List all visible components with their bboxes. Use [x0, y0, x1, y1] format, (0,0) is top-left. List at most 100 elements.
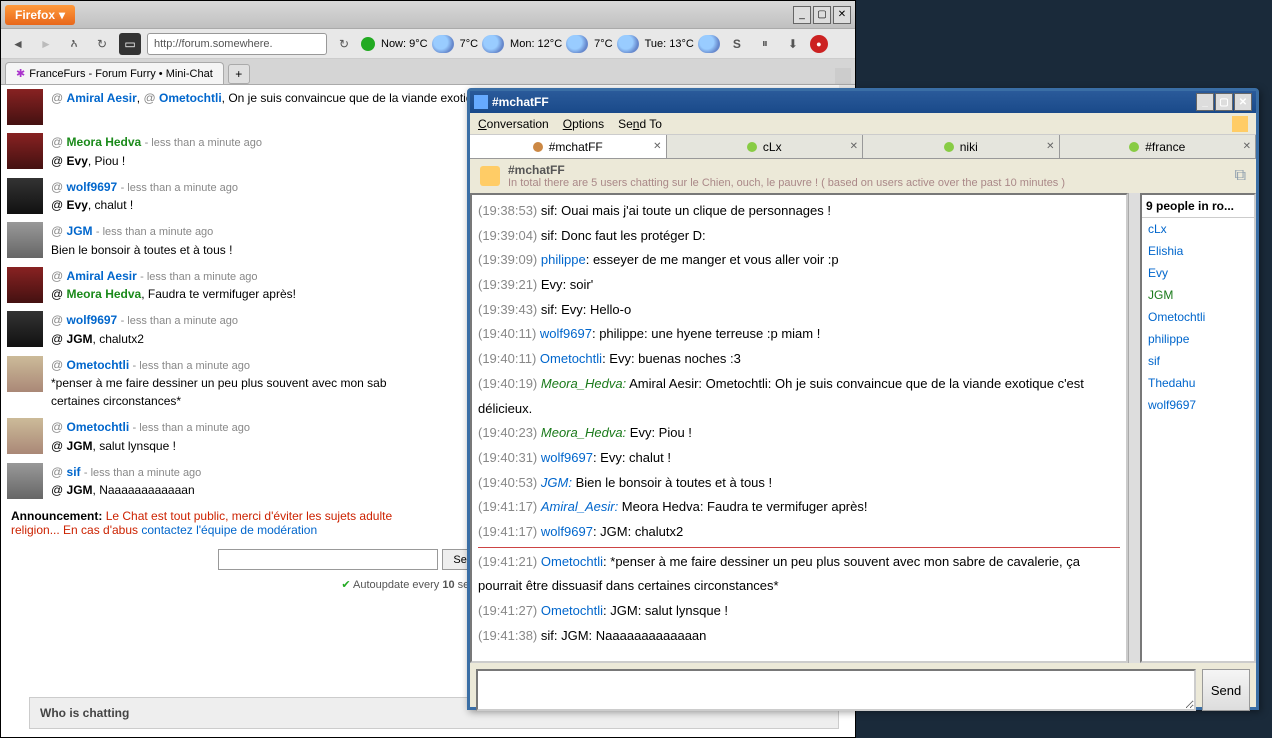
avatar — [7, 178, 43, 214]
avatar — [7, 222, 43, 258]
close-button[interactable]: ✕ — [833, 6, 851, 24]
weather-now: Now: 9°C — [381, 35, 454, 53]
cloud-icon — [482, 35, 504, 53]
rss-icon[interactable]: እ — [63, 33, 85, 55]
weather-1: 7°C — [460, 35, 504, 53]
who-chatting-text: In total there are 6 users chatting sur … — [1, 729, 855, 737]
irc-message-line: (19:40:31) wolf9697: Evy: chalut ! — [478, 446, 1120, 471]
weather-mon: Mon: 12°C — [510, 35, 588, 53]
irc-message-line: (19:39:21) Evy: soir' — [478, 273, 1120, 298]
status-dot-icon — [944, 142, 954, 152]
cloud-icon — [432, 35, 454, 53]
firefox-tab[interactable]: ✱FranceFurs - Forum Furry • Mini-Chat — [5, 62, 224, 84]
minimize-button[interactable]: _ — [793, 6, 811, 24]
irc-message-line: (19:40:11) Ometochtli: Evy: buenas noche… — [478, 347, 1120, 372]
tab-close-icon[interactable]: ✕ — [850, 141, 858, 152]
irc-tab[interactable]: #france✕ — [1060, 135, 1257, 158]
avatar — [7, 463, 43, 499]
tab-close-icon[interactable]: ✕ — [1243, 141, 1251, 152]
irc-menubar: Conversation Options Send To — [470, 113, 1256, 135]
irc-message-line: (19:40:53) JGM: Bien le bonsoir à toutes… — [478, 471, 1120, 496]
avatar — [7, 89, 43, 125]
new-tab-button[interactable]: + — [228, 64, 250, 84]
tab-close-icon[interactable]: ✕ — [653, 141, 661, 152]
expand-icon[interactable]: ⧉ — [1235, 167, 1246, 185]
irc-message-line: (19:41:38) sif: JGM: Naaaaaaaaaaaaan — [478, 624, 1120, 649]
url-bar[interactable]: http://forum.somewhere. — [147, 33, 327, 55]
maximize-button[interactable]: ▢ — [813, 6, 831, 24]
irc-user-item[interactable]: cLx — [1142, 218, 1254, 240]
forward-button: ► — [35, 33, 57, 55]
status-dot-icon — [1129, 142, 1139, 152]
irc-message-input[interactable] — [476, 669, 1196, 711]
refresh-icon[interactable]: ↻ — [91, 33, 113, 55]
reload-button[interactable]: ↻ — [333, 33, 355, 55]
status-dot-icon — [361, 37, 375, 51]
users-resize-handle[interactable] — [1128, 193, 1140, 663]
irc-tab[interactable]: cLx✕ — [667, 135, 864, 158]
pause-icon[interactable]: ⏸ — [754, 33, 776, 55]
irc-user-item[interactable]: wolf9697 — [1142, 394, 1254, 416]
username-link[interactable]: sif — [67, 465, 81, 479]
username-link[interactable]: Ometochtli — [67, 420, 130, 434]
username-link[interactable]: Amiral Aesir — [67, 269, 137, 283]
back-button[interactable]: ◄ — [7, 33, 29, 55]
irc-message-line: (19:41:21) Ometochtli: *penser à me fair… — [478, 550, 1120, 599]
weather-3: 7°C — [594, 35, 638, 53]
irc-tab[interactable]: niki✕ — [863, 135, 1060, 158]
download-icon[interactable]: ⬇ — [782, 33, 804, 55]
irc-user-item[interactable]: Thedahu — [1142, 372, 1254, 394]
irc-tab[interactable]: #mchatFF✕ — [470, 135, 667, 158]
irc-user-item[interactable]: sif — [1142, 350, 1254, 372]
adblock-icon[interactable]: ● — [810, 35, 828, 53]
tab-groups-icon[interactable] — [835, 68, 851, 84]
irc-messages[interactable]: (19:38:53) sif: Ouai mais j'ai toute un … — [470, 193, 1128, 663]
irc-user-item[interactable]: philippe — [1142, 328, 1254, 350]
close-button[interactable]: ✕ — [1234, 93, 1252, 111]
irc-message-line: (19:39:09) philippe: esseyer de me mange… — [478, 248, 1120, 273]
menu-conversation[interactable]: Conversation — [478, 117, 549, 131]
irc-user-item[interactable]: Evy — [1142, 262, 1254, 284]
irc-message-line: (19:38:53) sif: Ouai mais j'ai toute un … — [478, 199, 1120, 224]
username-link[interactable]: wolf9697 — [67, 313, 118, 327]
irc-message-line: (19:41:17) Amiral_Aesir: Meora Hedva: Fa… — [478, 495, 1120, 520]
sync-icon[interactable]: S — [726, 33, 748, 55]
irc-user-item[interactable]: JGM — [1142, 284, 1254, 306]
firefox-menu-button[interactable]: Firefox ▾ — [5, 5, 75, 25]
weather-tue: Tue: 13°C — [645, 35, 720, 53]
irc-titlebar[interactable]: #mchatFF _ ▢ ✕ — [470, 91, 1256, 113]
bell-icon[interactable] — [1232, 116, 1248, 132]
irc-user-item[interactable]: Elishia — [1142, 240, 1254, 262]
minimize-button[interactable]: _ — [1196, 93, 1214, 111]
menu-options[interactable]: Options — [563, 117, 604, 131]
username-link[interactable]: wolf9697 — [67, 180, 118, 194]
irc-users-panel: 9 people in ro... cLxElishiaEvyJGMOmetoc… — [1140, 193, 1256, 663]
chat-input[interactable] — [218, 549, 438, 570]
cloud-icon — [566, 35, 588, 53]
firefox-tabbar: ✱FranceFurs - Forum Furry • Mini-Chat + — [1, 59, 855, 85]
avatar — [7, 356, 43, 392]
irc-message-line: (19:39:43) sif: Evy: Hello-o — [478, 298, 1120, 323]
menu-sendto[interactable]: Send To — [618, 117, 662, 131]
maximize-button[interactable]: ▢ — [1215, 93, 1233, 111]
tab-close-icon[interactable]: ✕ — [1046, 141, 1054, 152]
username-link[interactable]: Ometochtli — [67, 358, 130, 372]
irc-message-line: (19:40:23) Meora_Hedva: Evy: Piou ! — [478, 421, 1120, 446]
irc-app-icon — [474, 95, 488, 109]
moderation-link[interactable]: contactez l'équipe de modération — [141, 523, 317, 537]
status-dot-icon — [533, 142, 543, 152]
irc-send-button[interactable]: Send — [1202, 669, 1250, 711]
username-link[interactable]: Meora Hedva — [67, 135, 142, 149]
firefox-titlebar: Firefox ▾ _ ▢ ✕ — [1, 1, 855, 29]
irc-input-row: Send — [470, 663, 1256, 717]
cloud-icon — [698, 35, 720, 53]
irc-user-item[interactable]: Ometochtli — [1142, 306, 1254, 328]
irc-tabbar: #mchatFF✕cLx✕niki✕#france✕ — [470, 135, 1256, 159]
users-header: 9 people in ro... — [1142, 195, 1254, 218]
firefox-toolbar: ◄ ► እ ↻ ▭ http://forum.somewhere. ↻ Now:… — [1, 29, 855, 59]
status-dot-icon — [747, 142, 757, 152]
username-link[interactable]: JGM — [67, 224, 93, 238]
channel-icon — [480, 166, 500, 186]
screen-icon[interactable]: ▭ — [119, 33, 141, 55]
unread-divider — [478, 547, 1120, 548]
